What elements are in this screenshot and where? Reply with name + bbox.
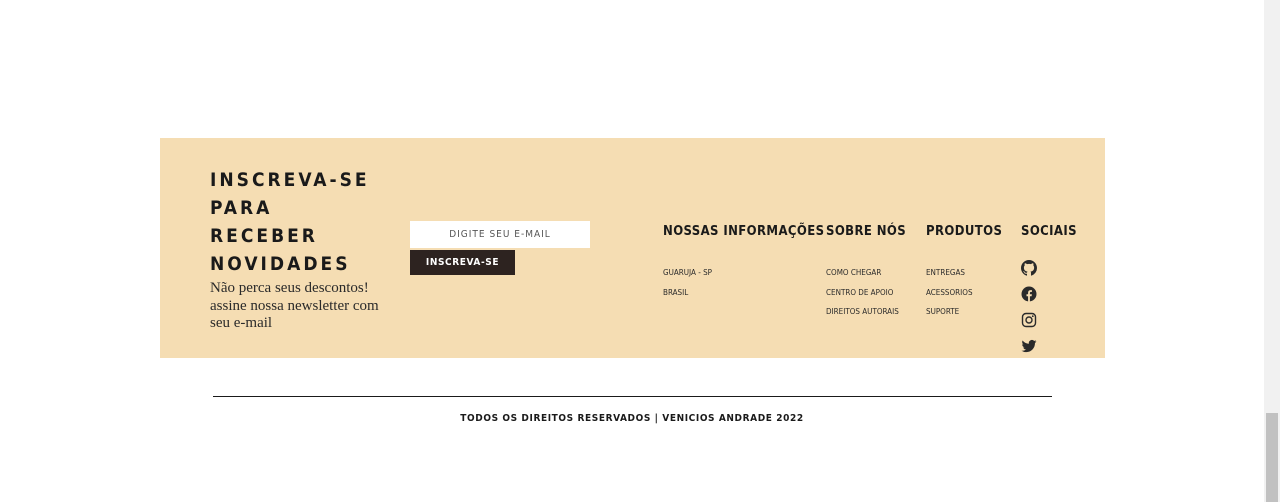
products-link-accessories[interactable]: ACESSORIOS <box>926 288 973 297</box>
facebook-icon[interactable] <box>1021 286 1037 302</box>
newsletter-title-line-1: INSCREVA-SE PARA <box>210 169 370 219</box>
products-column: PRODUTOS ENTREGAS ACESSORIOS SUPORTE <box>926 224 1002 322</box>
about-link-how-to-get-there[interactable]: COMO CHEGAR <box>826 268 881 277</box>
twitter-icon[interactable] <box>1021 338 1037 354</box>
products-link-support[interactable]: SUPORTE <box>926 307 959 316</box>
instagram-icon[interactable] <box>1021 312 1037 328</box>
social-heading: SOCIAIS <box>1021 224 1077 239</box>
newsletter-footer: INSCREVA-SE PARA RECEBER NOVIDADES Não p… <box>160 138 1105 358</box>
github-icon[interactable] <box>1021 260 1037 276</box>
email-input[interactable] <box>410 221 590 248</box>
products-list: ENTREGAS ACESSORIOS SUPORTE <box>926 263 1002 322</box>
social-links <box>1021 260 1077 354</box>
scrollbar-thumb[interactable] <box>1266 413 1278 502</box>
social-column: SOCIAIS <box>1021 224 1077 354</box>
about-heading: SOBRE NÓS <box>826 224 907 239</box>
products-link-deliveries[interactable]: ENTREGAS <box>926 268 965 277</box>
info-column: NOSSAS INFORMAÇÕES GUARUJA - SP BRASIL <box>663 224 824 302</box>
info-heading: NOSSAS INFORMAÇÕES <box>663 224 825 239</box>
about-link-support-center[interactable]: CENTRO DE APOIO <box>826 288 893 297</box>
info-item-location: GUARUJA - SP <box>663 268 713 277</box>
about-link-copyright[interactable]: DIREITOS AUTORAIS <box>826 307 899 316</box>
about-column: SOBRE NÓS COMO CHEGAR CENTRO DE APOIO DI… <box>826 224 906 322</box>
newsletter-title-line-3: NOVIDADES <box>210 253 351 275</box>
products-heading: PRODUTOS <box>926 224 1003 239</box>
copyright-text: TODOS OS DIREITOS RESERVADOS | VENICIOS … <box>460 413 804 424</box>
page-scrollbar[interactable] <box>1264 0 1280 502</box>
newsletter-title-line-2: RECEBER <box>210 225 318 247</box>
newsletter-title: INSCREVA-SE PARA RECEBER NOVIDADES <box>210 166 410 278</box>
footer-divider <box>213 396 1052 397</box>
about-list: COMO CHEGAR CENTRO DE APOIO DIREITOS AUT… <box>826 263 906 322</box>
newsletter-description: Não perca seus descontos! assine nossa n… <box>210 280 379 331</box>
info-item-country: BRASIL <box>663 287 689 297</box>
info-list: GUARUJA - SP BRASIL <box>663 263 824 302</box>
subscribe-button[interactable]: INSCREVA-SE <box>410 250 515 275</box>
